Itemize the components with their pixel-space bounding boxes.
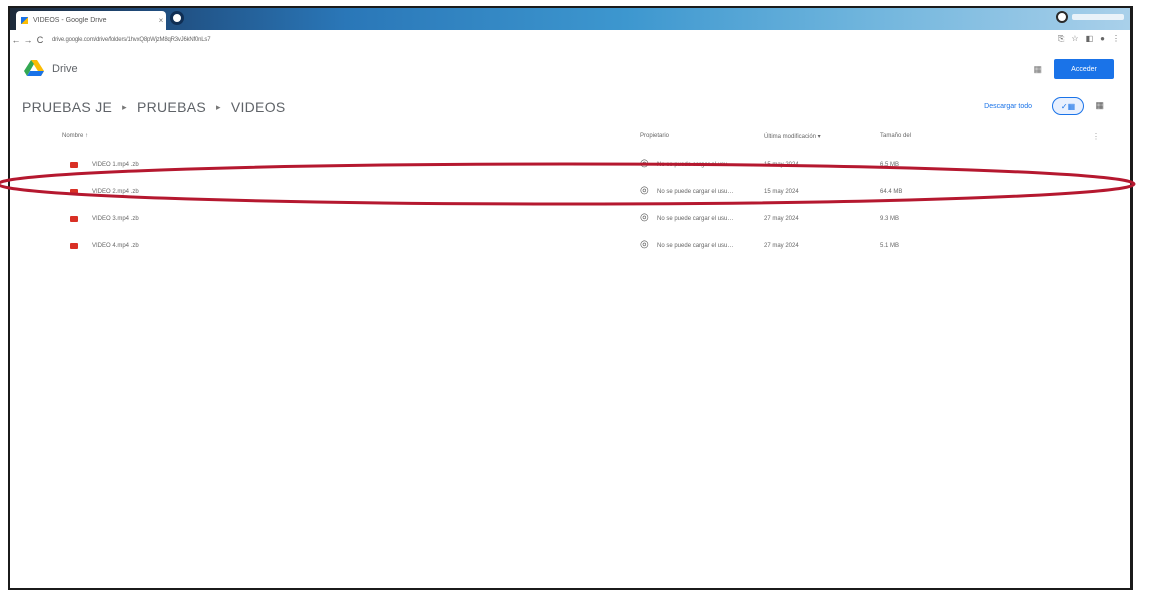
file-size: 64.4 MB <box>880 189 903 195</box>
url-field[interactable]: drive.google.com/drive/folders/1hvxQ8pWj… <box>52 37 211 43</box>
file-owner: No se puede cargar el usu… <box>657 189 734 195</box>
apps-grid-icon[interactable]: ▦ <box>1033 64 1042 75</box>
new-tab-button[interactable] <box>170 11 184 25</box>
table-row[interactable]: VIDEO 1.mp4 .zb ◎ No se puede cargar el … <box>10 156 1130 182</box>
forward-icon[interactable]: → <box>22 35 34 45</box>
profile-icon[interactable] <box>1056 11 1068 23</box>
account-icon[interactable]: ● <box>1100 34 1105 44</box>
file-modified-date: 27 may 2024 <box>764 216 799 222</box>
list-view-icon[interactable]: ▦ <box>1095 100 1104 111</box>
breadcrumb-item-videos[interactable]: VIDEOS <box>231 99 286 115</box>
tab-title: VIDEOS - Google Drive <box>33 17 107 24</box>
access-button[interactable]: Acceder <box>1054 59 1114 79</box>
breadcrumb-separator-icon: ▸ <box>122 101 127 112</box>
file-owner: No se puede cargar el usu… <box>657 216 734 222</box>
tab-strip: VIDEOS - Google Drive × <box>10 8 1130 30</box>
file-size: 9.3 MB <box>880 216 900 222</box>
breadcrumb-separator-icon: ▸ <box>215 101 221 112</box>
breadcrumb-item-pruebas-je[interactable]: PRUEBAS JE <box>22 99 112 115</box>
file-owner: No se puede cargar el usu… <box>657 243 734 249</box>
tab-close-icon[interactable]: × <box>156 16 166 25</box>
column-header-name[interactable]: Nombre ↑ <box>62 133 88 139</box>
browser-tab[interactable]: VIDEOS - Google Drive × <box>16 11 166 30</box>
file-name[interactable]: VIDEO 2.mp4 .zb <box>92 189 139 195</box>
file-owner: No se puede cargar el usu… <box>657 162 734 168</box>
window-controls <box>1056 11 1124 23</box>
download-all-link[interactable]: Descargar todo <box>984 103 1032 110</box>
breadcrumb-item-pruebas[interactable]: PRUEBAS <box>137 99 206 115</box>
browser-window: VIDEOS - Google Drive × ← → C drive.goog… <box>8 6 1133 590</box>
extensions-icon[interactable]: ◧ <box>1086 34 1094 44</box>
drive-logo-icon <box>24 60 44 76</box>
back-icon[interactable]: ← <box>10 35 22 45</box>
file-name[interactable]: VIDEO 4.mp4 .zb <box>92 243 139 249</box>
column-header-size[interactable]: Tamaño del <box>880 133 911 139</box>
file-name[interactable]: VIDEO 1.mp4 .zb <box>92 162 139 168</box>
video-file-icon <box>70 189 78 195</box>
owner-avatar-icon: ◎ <box>640 239 649 250</box>
file-modified-date: 27 may 2024 <box>764 243 799 249</box>
file-modified-date: 15 may 2024 <box>764 189 799 195</box>
column-header-modified[interactable]: Última modificación ▾ <box>764 133 821 140</box>
video-file-icon <box>70 216 78 222</box>
window-control-buttons[interactable] <box>1072 14 1124 20</box>
column-header-owner[interactable]: Propietario <box>640 133 669 139</box>
bookmark-star-icon[interactable]: ☆ <box>1071 34 1078 44</box>
file-size: 5.1 MB <box>880 243 900 249</box>
file-name[interactable]: VIDEO 3.mp4 .zb <box>92 216 139 222</box>
drive-brand[interactable]: Drive <box>52 63 78 75</box>
breadcrumb: PRUEBAS JE ▸ PRUEBAS ▸ VIDEOS <box>22 99 286 115</box>
owner-avatar-icon: ◎ <box>640 212 649 223</box>
reload-icon[interactable]: C <box>34 35 46 45</box>
owner-avatar-icon: ◎ <box>640 185 649 196</box>
address-bar-icons: ⎘ ☆ ◧ ● ⋮ <box>1058 34 1120 44</box>
drive-header: Drive ▦ Acceder <box>10 52 1130 84</box>
file-modified-date: 15 may 2024 <box>764 162 799 168</box>
owner-avatar-icon: ◎ <box>640 158 649 169</box>
share-icon[interactable]: ⎘ <box>1058 34 1064 44</box>
file-size: 6.5 MB <box>880 162 900 168</box>
address-bar: ← → C drive.google.com/drive/folders/1hv… <box>10 30 1130 50</box>
menu-dots-icon[interactable]: ⋮ <box>1112 34 1120 44</box>
column-options-icon[interactable]: ⋮ <box>1092 132 1100 141</box>
table-row[interactable]: VIDEO 2.mp4 .zb ◎ No se puede cargar el … <box>10 183 1130 209</box>
table-row[interactable]: VIDEO 3.mp4 .zb ◎ No se puede cargar el … <box>10 210 1130 236</box>
video-file-icon <box>70 243 78 249</box>
table-row[interactable]: VIDEO 4.mp4 .zb ◎ No se puede cargar el … <box>10 237 1130 263</box>
drive-favicon-icon <box>21 17 28 24</box>
grid-view-toggle[interactable]: ✓▦ <box>1052 97 1084 115</box>
video-file-icon <box>70 162 78 168</box>
